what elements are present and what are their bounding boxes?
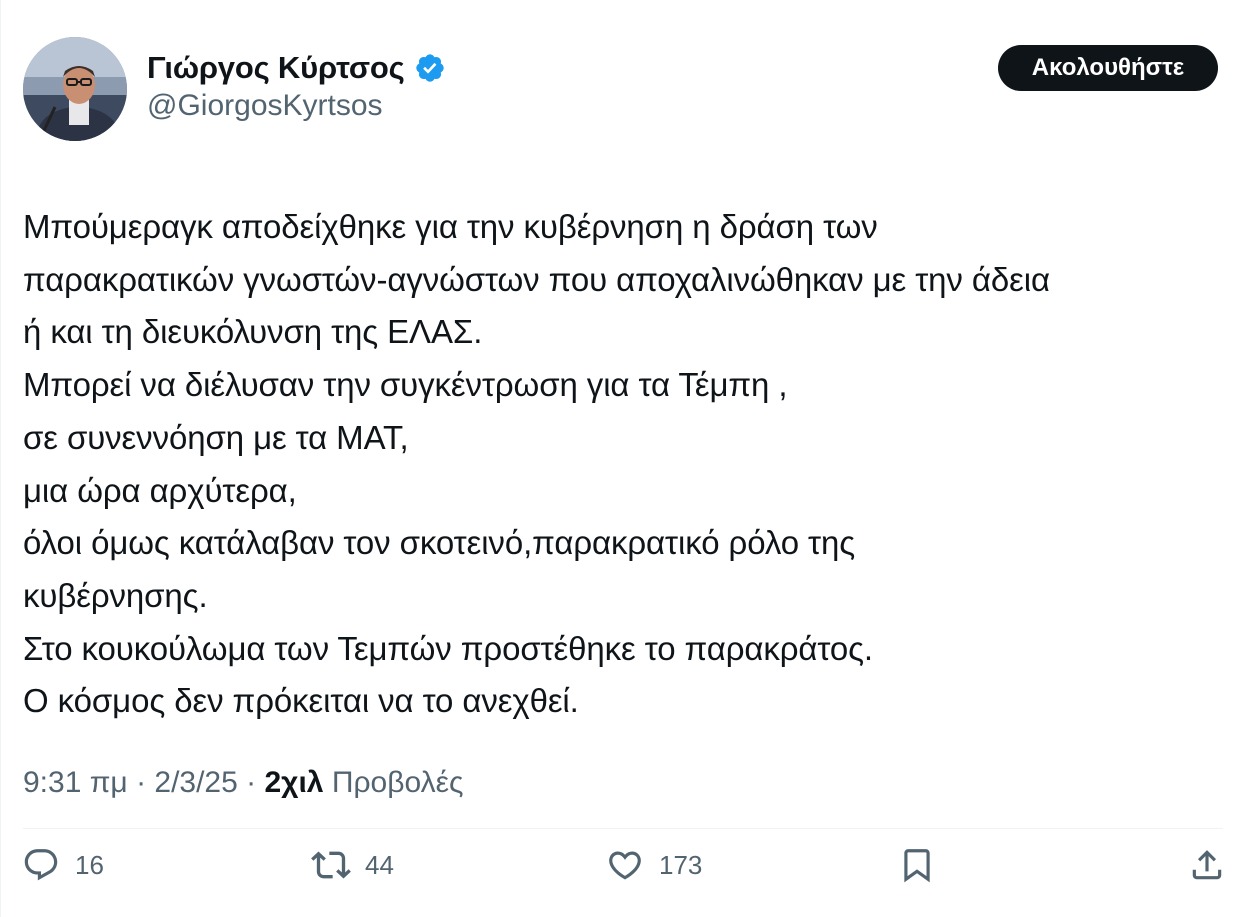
repost-button[interactable]: 44 [311,843,394,887]
tweet-card: Γιώργος Κύρτσος @GiorgosKyrtsos Ακολουθή… [0,0,1241,917]
tweet-text-line: Στο κουκούλωμα των Τεμπών προστέθηκε το … [23,629,873,667]
meta-separator: · [246,766,265,799]
tweet-text-line: ή και τη διευκόλυνση της ΕΛΑΣ. [23,313,483,351]
reply-count: 16 [75,849,104,880]
author-name-row: Γιώργος Κύρτσος [147,46,446,90]
tweet-text-line: παρακρατικών γνωστών-αγνώστων που αποχαλ… [23,260,1050,298]
tweet-text-line: μια ώρα αρχύτερα, [23,471,297,509]
heart-icon [605,845,645,885]
like-button[interactable]: 173 [605,843,702,887]
tweet-text-line: Μπορεί να διέλυσαν την συγκέντρωση για τ… [23,366,788,404]
bookmark-icon [897,845,937,885]
avatar[interactable] [23,37,127,141]
reply-icon [21,845,61,885]
follow-button[interactable]: Ακολουθήστε [998,45,1218,91]
tweet-time[interactable]: 9:31 πμ [23,766,128,799]
author-display-name[interactable]: Γιώργος Κύρτσος [147,50,405,86]
tweet-date[interactable]: 2/3/25 [154,766,237,799]
repost-count: 44 [365,849,394,880]
author-handle[interactable]: @GiorgosKyrtsos [147,89,383,123]
avatar-image [23,37,127,141]
views-count[interactable]: 2χιλ [264,766,323,799]
tweet-text-line: σε συνεννόηση με τα ΜΑΤ, [23,418,409,456]
verified-badge-icon[interactable] [414,52,446,84]
share-icon [1187,845,1227,885]
views-label[interactable]: Προβολές [332,766,464,799]
tweet-text-line: όλοι όμως κατάλαβαν τον σκοτεινό,παρακρα… [23,524,856,562]
meta-separator: · [136,766,155,799]
repost-icon [311,845,351,885]
reply-button[interactable]: 16 [21,843,104,887]
tweet-text: Μπούμεραγκ αποδείχθηκε για την κυβέρνηση… [23,201,1228,728]
tweet-text-line: κυβέρνησης. [23,576,208,614]
tweet-text-line: Μπούμεραγκ αποδείχθηκε για την κυβέρνηση… [23,208,878,245]
like-count: 173 [659,849,703,880]
tweet-meta: 9:31 πμ · 2/3/25 · 2χιλ Προβολές [23,766,463,800]
tweet-text-line: Ο κόσμος δεν πρόκειται να το ανεχθεί. [23,682,579,720]
bookmark-button[interactable] [897,843,937,887]
divider [23,828,1223,829]
share-button[interactable] [1187,843,1227,887]
